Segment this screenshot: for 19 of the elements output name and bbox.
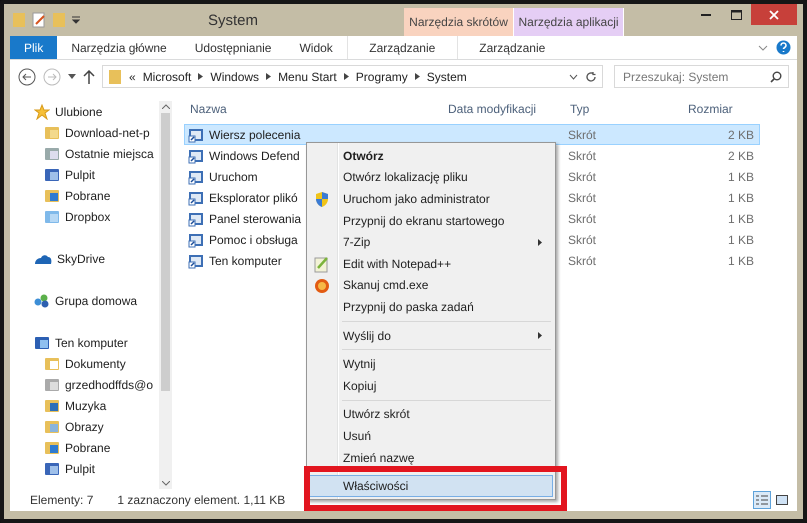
selection-info: 1 zaznaczony element. 1,11 KB <box>117 493 286 507</box>
file-type: Skrót <box>568 190 596 204</box>
context-tab-header: Narzędzia aplikacji <box>514 8 624 36</box>
file-type: Skrót <box>568 212 596 226</box>
file-size: 1 KB <box>728 170 755 184</box>
item-count: Elementy: 7 <box>30 493 94 507</box>
file-size: 1 KB <box>728 212 755 226</box>
file-type: Skrót <box>568 170 596 184</box>
window-title: System <box>208 12 258 28</box>
file-type: Skrót <box>568 148 596 162</box>
file-size: 1 KB <box>728 190 755 204</box>
file-size: 2 KB <box>728 148 755 162</box>
file-size: 1 KB <box>728 232 755 246</box>
file-type: Skrót <box>568 128 596 142</box>
file-size: 1 KB <box>728 254 755 268</box>
context-tab-header: Narzędzia skrótów <box>404 8 514 36</box>
file-type: Skrót <box>568 254 596 268</box>
file-type: Skrót <box>568 232 596 246</box>
file-size: 2 KB <box>728 128 755 142</box>
